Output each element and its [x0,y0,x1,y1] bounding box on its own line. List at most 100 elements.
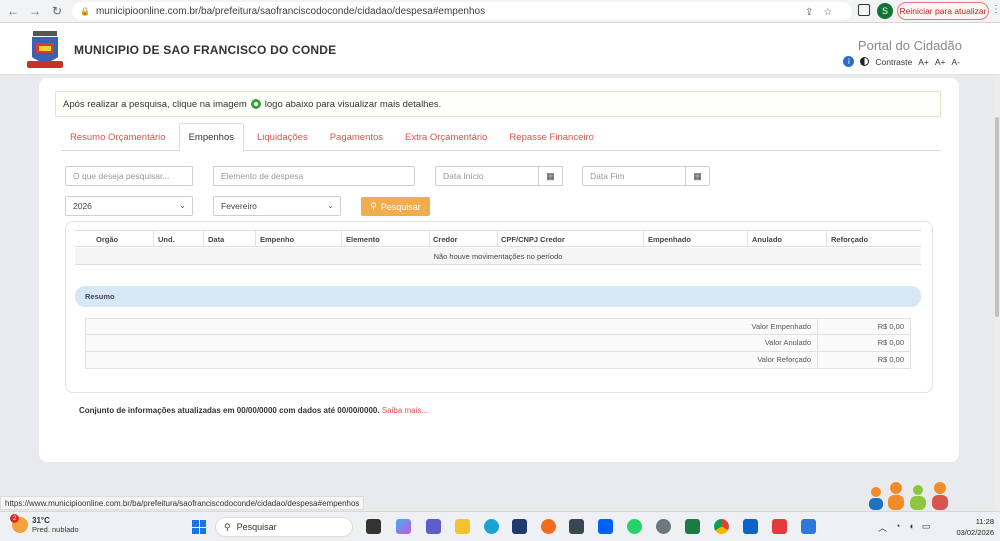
share-icon[interactable]: ⇪ [805,7,813,18]
windows-start-icon[interactable] [192,520,206,534]
tab-repasse-financeiro[interactable]: Repasse Financeiro [500,123,603,151]
col-orgao[interactable]: Orgão [96,235,118,244]
store-icon[interactable] [512,519,527,534]
weather-temp: 31°C [32,516,50,525]
col-empenho[interactable]: Empenho [260,235,294,244]
reload-icon[interactable]: ↻ [48,2,66,20]
col-reforcado[interactable]: Reforçado [831,235,868,244]
table-row: Valor Empenhado R$ 0,00 [85,318,911,335]
weather-icon: 2 [10,514,28,533]
tab-extra-orcamentario[interactable]: Extra Orçamentário [396,123,496,151]
settings-gear-icon[interactable] [656,519,671,534]
browser-menu-icon[interactable]: ⋮ [991,4,1000,15]
profile-avatar[interactable]: S [877,3,893,19]
year-select-value: 2026 [73,201,92,211]
chrome-icon[interactable] [714,519,729,534]
weather-widget[interactable]: 2 31°C Pred. nublado [10,514,79,534]
file-explorer-icon[interactable] [455,519,470,534]
resumo-value: R$ 0,00 [877,338,904,347]
volume-icon[interactable]: ◖ [908,521,913,534]
year-select[interactable]: 2026 ⌄ [65,196,193,216]
chevron-down-icon: ⌄ [327,201,334,210]
contrast-link[interactable]: Contraste [875,57,912,67]
grid-empty-row: Não houve movimentações no período [75,248,921,265]
excel-icon[interactable] [685,519,700,534]
site-title: MUNICIPIO DE SAO FRANCISCO DO CONDE [74,43,337,57]
instruction-notice: Após realizar a pesquisa, clique na imag… [55,91,941,117]
tray-chevron-icon[interactable]: ︿ [878,521,887,534]
restart-to-update-button[interactable]: Reiniciar para atualizar [897,2,989,20]
chevron-down-icon: ⌄ [179,201,186,210]
calendar-icon[interactable]: ▦ [538,167,562,185]
month-select[interactable]: Fevereiro ⌄ [213,196,341,216]
dropbox-icon[interactable] [598,519,613,534]
resumo-label: Valor Reforçado [86,352,818,368]
notice-text-before: Após realizar a pesquisa, clique na imag… [63,98,247,110]
date-start-input[interactable]: Data Início ▦ [435,166,563,186]
date-end-placeholder: Data Fim [590,171,625,181]
scrollbar-thumb[interactable] [995,117,999,317]
table-row: Valor Reforçado R$ 0,00 [85,352,911,369]
search-icon: ⚲ [224,521,231,532]
tab-resumo-orcamentario[interactable]: Resumo Orçamentário [61,123,175,151]
windows-taskbar: 2 31°C Pred. nublado ⚲ Pesquisar ︿ ◔ ◖ ▭… [0,511,1000,541]
search-input-placeholder: O que deseja pesquisar... [73,171,170,181]
font-increase-link[interactable]: A+ [918,57,929,67]
calendar-icon[interactable]: ▦ [685,167,709,185]
teams-icon[interactable] [426,519,441,534]
bookmark-star-icon[interactable]: ☆ [823,7,832,18]
element-input-placeholder: Elemento de despesa [221,171,304,181]
notice-text-after: logo abaixo para visualizar mais detalhe… [264,98,442,110]
font-increase-link-2[interactable]: A+ [935,57,946,67]
anydesk-icon[interactable] [772,519,787,534]
contrast-icon[interactable] [860,57,870,66]
table-row: Valor Anulado R$ 0,00 [85,335,911,352]
search-button[interactable]: ⚲ Pesquisar [361,197,430,216]
edge-icon[interactable] [484,519,499,534]
col-empenhado[interactable]: Empenhado [648,235,691,244]
taskbar-search-box[interactable]: ⚲ Pesquisar [215,517,353,537]
info-icon[interactable]: i [843,56,855,67]
accessibility-bar: i Contraste A+ A+ A- [843,56,960,67]
people-illustration-icon [869,482,948,510]
side-panel-icon[interactable] [858,4,870,16]
col-cpf-cnpj[interactable]: CPF/CNPJ Credor [501,235,565,244]
tab-empenhos[interactable]: Empenhos [178,123,244,152]
site-header: MUNICIPIO DE SAO FRANCISCO DO CONDE Port… [0,23,1000,75]
address-bar[interactable]: 🔒 municipioonline.com.br/ba/prefeitura/s… [72,2,852,20]
update-note: Conjunto de informações atualizadas em 0… [79,406,428,415]
font-decrease-link[interactable]: A- [952,57,961,67]
copilot-icon[interactable] [396,519,411,534]
back-icon[interactable]: ← [4,2,22,20]
clock-date: 03/02/2026 [956,528,994,537]
firefox-icon[interactable] [541,519,556,534]
grid-header: Orgão Und. Data Empenho Elemento Credor … [75,230,921,247]
system-clock[interactable]: 11:28 03/02/2026 [956,516,994,538]
col-data[interactable]: Data [208,235,224,244]
resumo-table: Valor Empenhado R$ 0,00 Valor Anulado R$… [85,318,911,369]
search-input[interactable]: O que deseja pesquisar... [65,166,193,186]
address-url: municipioonline.com.br/ba/prefeitura/sao… [95,5,486,17]
wifi-icon[interactable]: ◔ [895,521,900,534]
app-icon[interactable] [569,519,584,534]
whatsapp-icon[interactable] [627,519,642,534]
forward-icon[interactable]: → [26,2,44,20]
tab-pagamentos[interactable]: Pagamentos [321,123,392,151]
col-anulado[interactable]: Anulado [752,235,782,244]
element-input[interactable]: Elemento de despesa [213,166,415,186]
resumo-header[interactable]: Resumo [75,286,921,307]
learn-more-link[interactable]: Saiba mais... [382,406,428,415]
date-end-input[interactable]: Data Fim ▦ [582,166,710,186]
app-icon-2[interactable] [801,519,816,534]
site-info-icon[interactable]: 🔒 [80,7,90,16]
outlook-icon[interactable] [743,519,758,534]
month-select-value: Fevereiro [221,201,257,211]
search-icon: ⚲ [370,201,377,211]
battery-icon[interactable]: ▭ [922,521,931,534]
tab-liquidacoes[interactable]: Liquidações [248,123,317,151]
task-view-icon[interactable] [366,519,381,534]
col-elemento[interactable]: Elemento [346,235,380,244]
col-und[interactable]: Und. [158,235,175,244]
col-credor[interactable]: Credor [433,235,458,244]
page-scrollbar[interactable] [994,75,1000,510]
